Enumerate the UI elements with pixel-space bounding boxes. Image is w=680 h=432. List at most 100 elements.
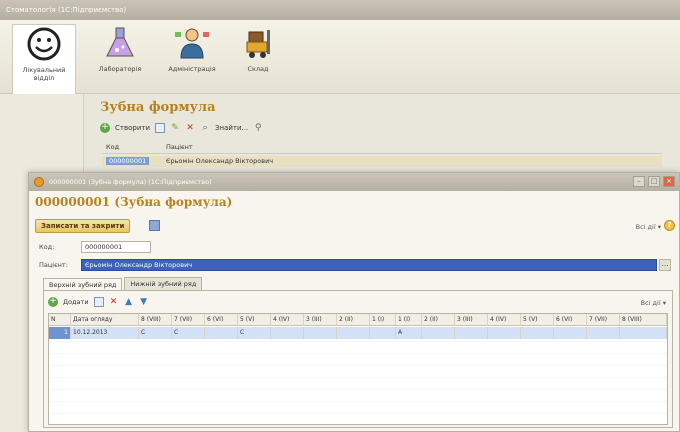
copy-icon[interactable] — [93, 297, 104, 307]
column-header[interactable]: 6 (VI) — [554, 314, 587, 326]
section-warehouse[interactable]: Склад — [226, 24, 290, 73]
list-row[interactable]: 000000001 Єрьомін Олександр Вікторович — [102, 156, 662, 167]
move-down-icon[interactable]: ▼ — [139, 297, 149, 307]
all-actions-menu[interactable]: Всі дії ▾ — [636, 223, 661, 231]
minimize-icon[interactable]: – — [633, 176, 645, 187]
tooth-cell[interactable] — [304, 327, 337, 339]
window-controls: – □ × — [633, 176, 675, 187]
column-header[interactable]: 5 (V) — [521, 314, 554, 326]
grid-toolbar: + Додати ✕ ▲ ▼ — [48, 297, 149, 307]
form-title: 000000001 (Зубна формула) — [35, 195, 233, 209]
tooth-cell[interactable] — [205, 327, 238, 339]
save-icon[interactable] — [149, 220, 160, 231]
column-header[interactable]: 2 (II) — [337, 314, 370, 326]
edit-icon[interactable]: ✎ — [170, 123, 180, 133]
table-row[interactable]: 1 10.12.2013 С С С А — [49, 327, 667, 339]
code-field[interactable]: 000000001 — [81, 241, 151, 253]
tooth-cell[interactable] — [620, 327, 667, 339]
column-header[interactable]: 4 (IV) — [271, 314, 304, 326]
code-label: Код: — [39, 243, 55, 251]
tab-content: + Додати ✕ ▲ ▼ Всі дії ▾ N Дата огляду 8… — [43, 290, 673, 428]
dental-formula-dialog: 000000001 (Зубна формула) (1С:Підприємст… — [28, 172, 680, 432]
tooth-cell[interactable] — [521, 327, 554, 339]
select-patient-button[interactable]: … — [659, 259, 671, 271]
teeth-grid: N Дата огляду 8 (VIII) 7 (VII) 6 (VI) 5 … — [48, 313, 668, 425]
patient-label: Пацієнт: — [39, 261, 68, 269]
save-and-close-button[interactable]: Записати та закрити — [35, 219, 131, 233]
create-button[interactable]: Створити — [115, 124, 150, 132]
section-administration[interactable]: Адміністрація — [160, 24, 224, 73]
tooth-cell[interactable] — [370, 327, 396, 339]
copy-icon[interactable] — [155, 123, 165, 133]
sections-panel: Лікувальний відділ Лабораторія Адміністр… — [0, 20, 680, 94]
column-header-patient[interactable]: Пацієнт — [166, 143, 193, 151]
close-icon[interactable]: × — [663, 176, 675, 187]
tooth-cell[interactable] — [554, 327, 587, 339]
app-logo-icon — [34, 177, 44, 187]
maximize-icon[interactable]: □ — [648, 176, 660, 187]
tooth-cell[interactable] — [455, 327, 488, 339]
column-header-code[interactable]: Код — [106, 143, 119, 151]
tooth-cell[interactable] — [422, 327, 455, 339]
section-label: Склад — [247, 65, 269, 73]
forklift-icon — [239, 24, 277, 62]
tooth-cell[interactable]: С — [238, 327, 271, 339]
exam-date-cell[interactable]: 10.12.2013 — [71, 327, 139, 339]
tooth-cell[interactable] — [337, 327, 370, 339]
row-number: 1 — [49, 327, 71, 339]
move-up-icon[interactable]: ▲ — [124, 297, 134, 307]
list-grid-header: Код Пацієнт — [102, 142, 662, 154]
column-header[interactable]: 5 (V) — [238, 314, 271, 326]
filter-icon[interactable]: ⚲ — [253, 123, 263, 133]
smiley-face-icon — [25, 25, 63, 63]
create-icon[interactable]: + — [100, 123, 110, 133]
tooth-cell[interactable]: А — [396, 327, 422, 339]
column-header[interactable]: 1 (I) — [370, 314, 396, 326]
column-header[interactable]: Дата огляду — [71, 314, 139, 326]
column-header[interactable]: 7 (VII) — [172, 314, 205, 326]
tooth-cell[interactable] — [488, 327, 521, 339]
add-icon[interactable]: + — [48, 297, 58, 307]
grid-all-actions-menu[interactable]: Всі дії ▾ — [641, 299, 666, 307]
grid-header-row: N Дата огляду 8 (VIII) 7 (VII) 6 (VI) 5 … — [49, 314, 667, 326]
section-laboratory[interactable]: Лабораторія — [88, 24, 152, 73]
list-toolbar: + Створити ✎ ✕ ⌕ Знайти... ⚲ — [100, 123, 263, 133]
administrator-icon — [173, 24, 211, 62]
tooth-cell[interactable]: С — [172, 327, 205, 339]
column-header[interactable]: 4 (IV) — [488, 314, 521, 326]
section-label: Адміністрація — [168, 65, 216, 73]
main-window-titlebar: Стоматологія (1С:Підприємство) — [0, 0, 680, 20]
column-header[interactable]: 6 (VI) — [205, 314, 238, 326]
delete-icon[interactable]: ✕ — [109, 297, 119, 307]
dialog-window-title: 000000001 (Зубна формула) (1С:Підприємст… — [49, 178, 212, 186]
add-button[interactable]: Додати — [63, 298, 89, 306]
search-icon[interactable]: ⌕ — [200, 123, 210, 133]
section-treatment[interactable]: Лікувальний відділ — [12, 24, 76, 94]
section-label: Лікувальний відділ — [22, 66, 66, 82]
column-header[interactable]: 3 (III) — [304, 314, 337, 326]
dental-formula-list-form: Зубна формула + Створити ✎ ✕ ⌕ Знайти...… — [90, 96, 680, 176]
column-header[interactable]: 3 (III) — [455, 314, 488, 326]
delete-icon[interactable]: ✕ — [185, 123, 195, 133]
column-header[interactable]: 8 (VIII) — [620, 314, 667, 326]
patient-field[interactable]: Єрьомін Олександр Вікторович — [81, 259, 657, 271]
column-header[interactable]: 1 (I) — [396, 314, 422, 326]
tab-lower-row[interactable]: Нижній зубний ряд — [124, 277, 203, 290]
list-form-title: Зубна формула — [100, 100, 216, 115]
column-header[interactable]: 8 (VIII) — [139, 314, 172, 326]
tooth-cell[interactable]: С — [139, 327, 172, 339]
grid-empty-area — [49, 341, 667, 424]
tab-bar: Верхній зубний ряд Нижній зубний ряд — [43, 277, 204, 291]
column-header[interactable]: 2 (II) — [422, 314, 455, 326]
section-label: Лабораторія — [98, 65, 142, 73]
find-button[interactable]: Знайти... — [215, 124, 248, 132]
row-patient: Єрьомін Олександр Вікторович — [166, 157, 274, 165]
help-icon[interactable]: ? — [664, 220, 675, 231]
tooth-cell[interactable] — [587, 327, 620, 339]
column-header[interactable]: N — [49, 314, 71, 326]
tooth-cell[interactable] — [271, 327, 304, 339]
flask-icon — [101, 24, 139, 62]
row-code: 000000001 — [106, 157, 150, 165]
dialog-titlebar[interactable]: 000000001 (Зубна формула) (1С:Підприємст… — [29, 173, 679, 191]
column-header[interactable]: 7 (VII) — [587, 314, 620, 326]
